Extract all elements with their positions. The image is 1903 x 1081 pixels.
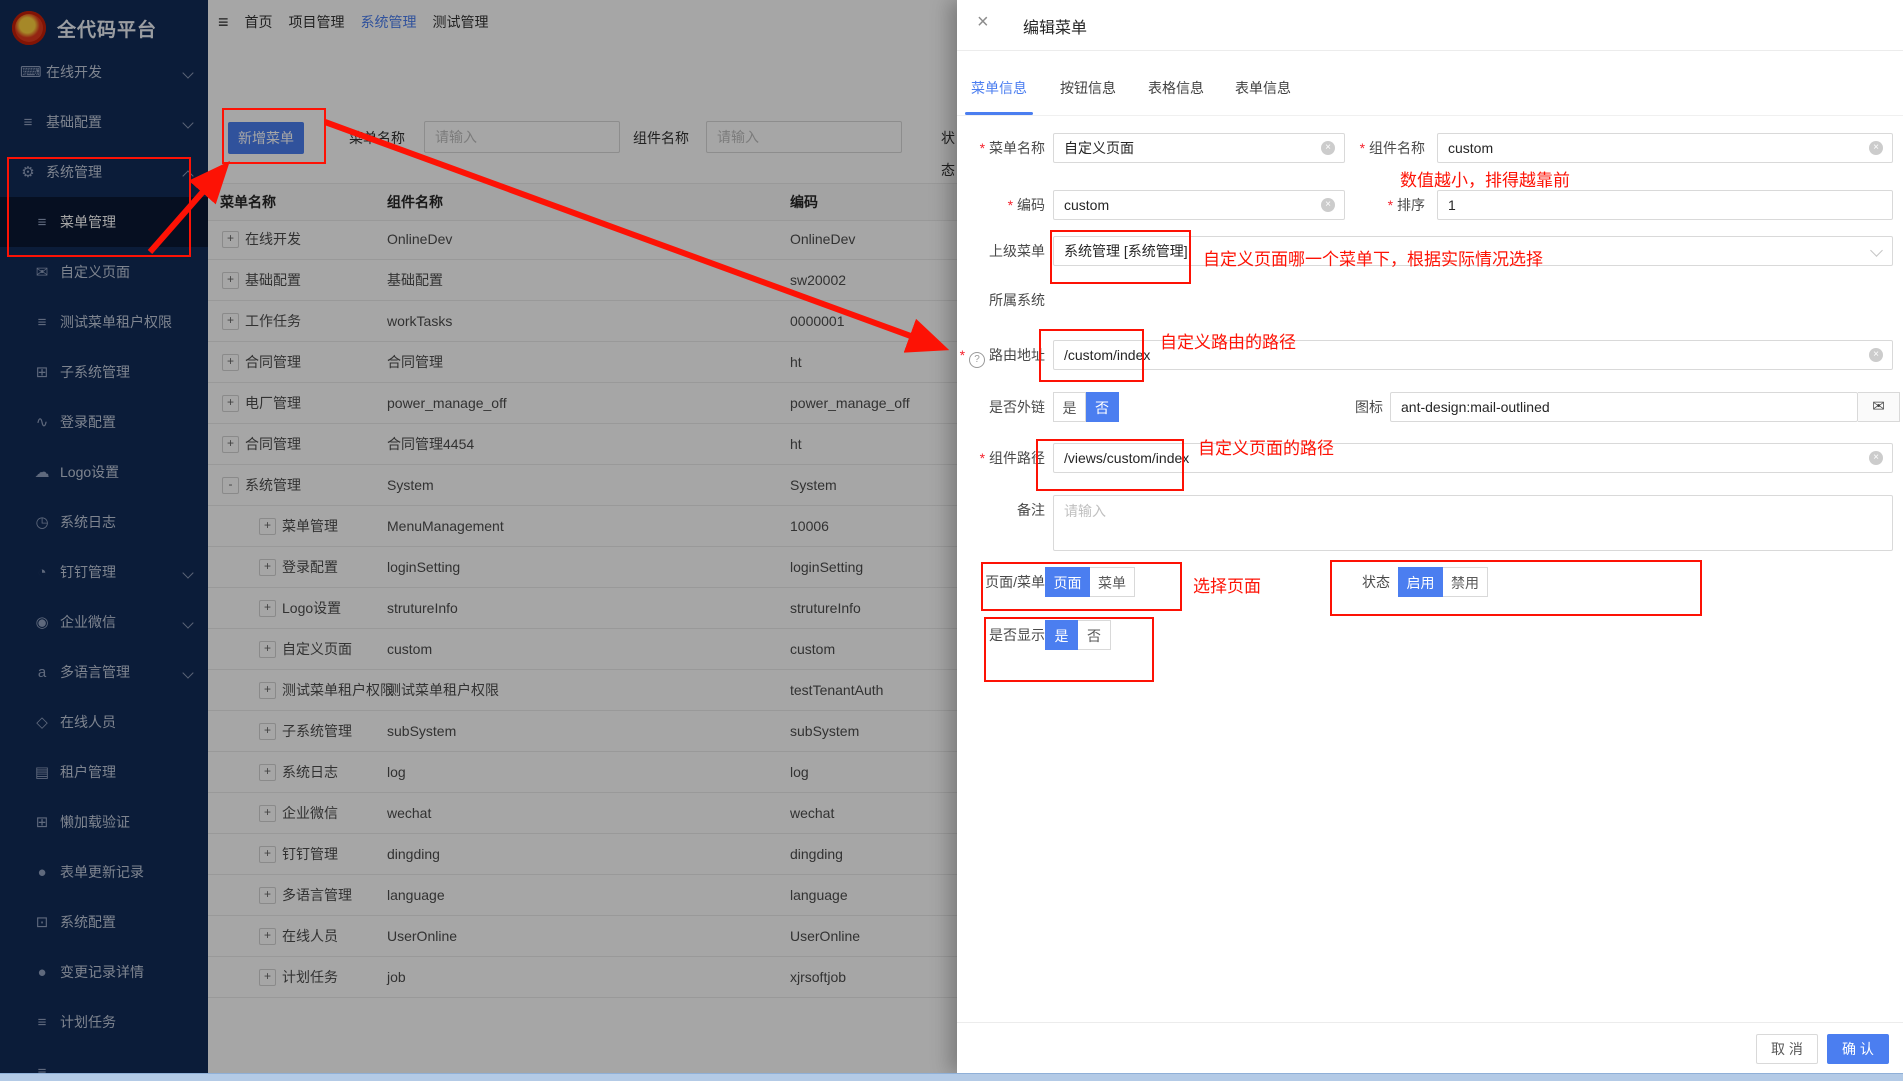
field-label-code: 编码 <box>957 190 1045 220</box>
field-label-component-name: 组件名称 <box>1347 133 1425 163</box>
clear-icon[interactable]: × <box>1869 141 1883 155</box>
field-label-icon: 图标 <box>1333 392 1383 422</box>
clear-icon[interactable]: × <box>1869 451 1883 465</box>
help-icon: ? <box>969 352 985 368</box>
component-path-input[interactable] <box>1053 443 1893 473</box>
icon-input[interactable] <box>1390 392 1858 422</box>
field-label-status: 状态 <box>1333 567 1390 597</box>
toggle-option-页面[interactable]: 页面 <box>1045 567 1090 597</box>
field-label-remark: 备注 <box>957 495 1045 525</box>
route-input[interactable] <box>1053 340 1893 370</box>
toggle-option-菜单[interactable]: 菜单 <box>1090 567 1135 597</box>
close-icon[interactable]: × <box>977 11 989 34</box>
drawer-mask[interactable] <box>0 0 957 1073</box>
toggle-option-禁用[interactable]: 禁用 <box>1443 567 1488 597</box>
clear-icon[interactable]: × <box>1321 198 1335 212</box>
field-label-visible: 是否显示 <box>957 620 1045 650</box>
field-label-system: 所属系统 <box>957 285 1045 315</box>
edit-menu-drawer: × 编辑菜单 菜单信息 按钮信息 表格信息 表单信息 菜单名称 × 组件名称 × 编码… <box>957 0 1903 1073</box>
toggle-option-是[interactable]: 是 <box>1053 392 1086 422</box>
cancel-button[interactable]: 取 消 <box>1756 1034 1818 1064</box>
drawer-tab-表单信息[interactable]: 表单信息 <box>1235 78 1291 98</box>
toggle-option-启用[interactable]: 启用 <box>1398 567 1443 597</box>
toggle-option-否[interactable]: 否 <box>1078 620 1111 650</box>
drawer-footer: 取 消 确 认 <box>957 1022 1903 1074</box>
field-label-menu-name: 菜单名称 <box>957 133 1045 163</box>
field-label-component-path: 组件路径 <box>957 443 1045 473</box>
menu-name-input[interactable] <box>1053 133 1345 163</box>
drawer-title: 编辑菜单 <box>1023 14 1087 38</box>
clear-icon[interactable]: × <box>1869 348 1883 362</box>
code-input[interactable] <box>1053 190 1345 220</box>
toggle-option-否[interactable]: 否 <box>1086 392 1119 422</box>
field-label-page-menu: 页面/菜单 <box>957 567 1045 597</box>
drawer-header: × 编辑菜单 <box>957 0 1903 51</box>
drawer-tab-菜单信息[interactable]: 菜单信息 <box>971 78 1027 98</box>
page-menu-toggle: 页面菜单 <box>1045 567 1135 597</box>
visible-toggle: 是否 <box>1045 620 1111 650</box>
remark-textarea[interactable] <box>1053 495 1893 551</box>
toggle-option-是[interactable]: 是 <box>1045 620 1078 650</box>
drawer-tab-按钮信息[interactable]: 按钮信息 <box>1060 78 1116 98</box>
status-toggle: 启用禁用 <box>1398 567 1488 597</box>
sort-input[interactable] <box>1437 190 1893 220</box>
field-label-sort: 排序 <box>1347 190 1425 220</box>
mail-icon[interactable]: ✉ <box>1858 392 1900 422</box>
clear-icon[interactable]: × <box>1321 141 1335 155</box>
parent-menu-select[interactable]: 系统管理 [系统管理] <box>1053 236 1893 266</box>
component-name-input[interactable] <box>1437 133 1893 163</box>
field-label-route: * ?路由地址 <box>957 340 1045 370</box>
confirm-button[interactable]: 确 认 <box>1827 1034 1889 1064</box>
drawer-tab-表格信息[interactable]: 表格信息 <box>1148 78 1204 98</box>
drawer-tabs: 菜单信息 按钮信息 表格信息 表单信息 <box>957 60 1903 116</box>
external-link-toggle: 是否 <box>1053 392 1119 422</box>
field-label-parent-menu: 上级菜单 <box>957 236 1045 266</box>
field-label-external: 是否外链 <box>957 392 1045 422</box>
